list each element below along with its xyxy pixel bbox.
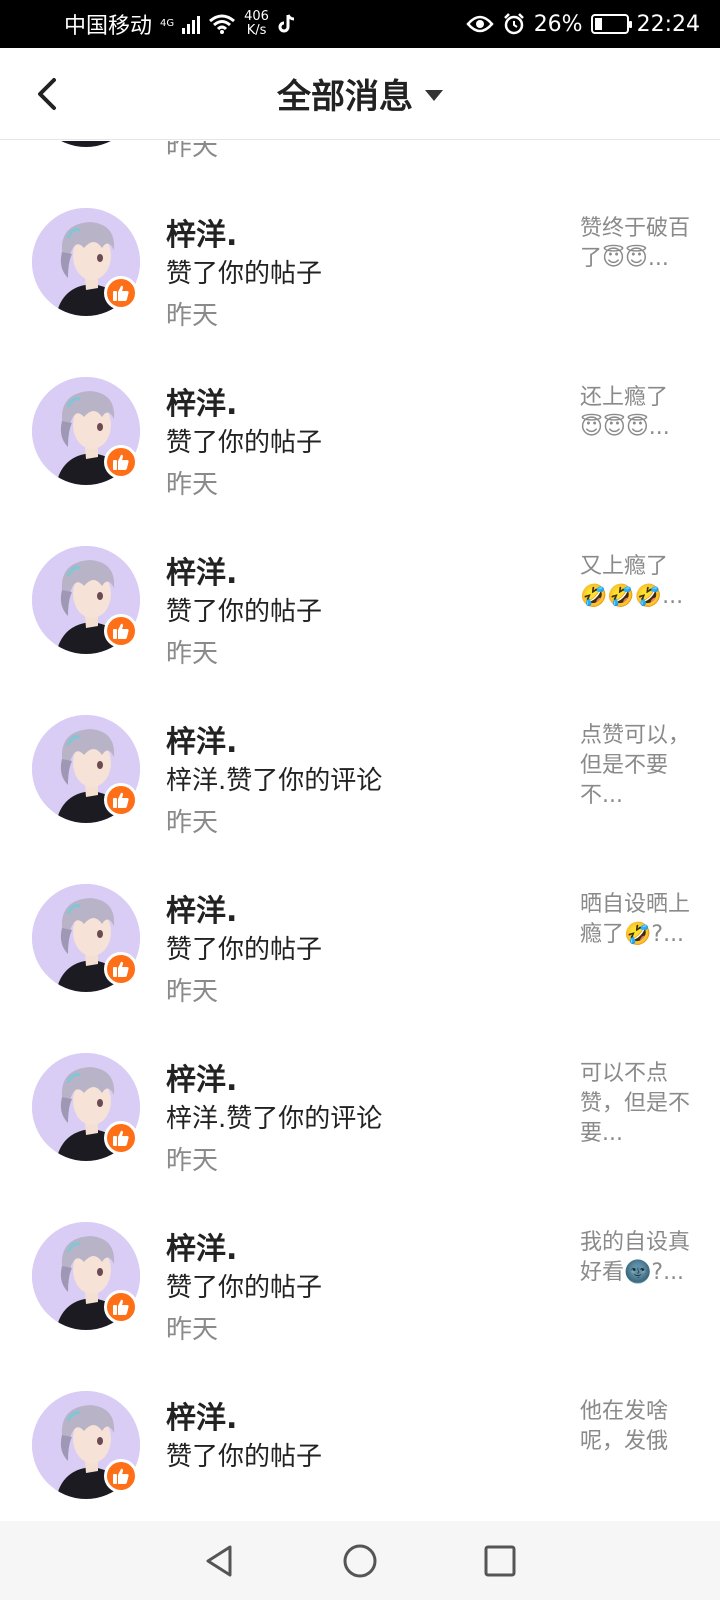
message-action: 梓洋.赞了你的评论	[166, 766, 383, 796]
post-preview: 赞终于破百了😇😇...	[580, 216, 691, 271]
sender-name: 梓洋.	[166, 894, 238, 929]
message-item[interactable]: 梓洋. 赞了你的帖子 昨天 我的自设真好看🌚?...	[0, 1198, 720, 1367]
message-item[interactable]: 梓洋. 梓洋.赞了你的评论 昨天 点赞可以，但是不要不...	[0, 691, 720, 860]
thumbs-up-icon	[113, 1130, 129, 1146]
thumbs-up-icon	[113, 1299, 129, 1315]
clock: 22:24	[636, 11, 700, 37]
post-preview: 点赞可以，但是不要不...	[580, 723, 691, 808]
sender-name: 梓洋.	[166, 1232, 238, 1267]
system-nav-bar	[0, 1521, 720, 1600]
sender-name: 梓洋.	[166, 1063, 238, 1098]
post-preview: 可以不点赞，但是不要...	[580, 1061, 691, 1146]
message-time: 昨天	[166, 470, 219, 500]
wifi-icon	[209, 14, 236, 34]
message-item[interactable]: 梓洋. 赞了你的帖子 他在发啥呢，发俄	[0, 1367, 720, 1521]
message-item[interactable]: 梓洋. 梓洋.赞了你的评论 昨天 可以不点赞，但是不要...	[0, 1029, 720, 1198]
thumbs-up-icon	[113, 285, 129, 301]
back-arrow-icon[interactable]	[28, 74, 68, 114]
top-bar: 全部消息	[0, 48, 720, 140]
like-badge	[104, 952, 138, 986]
signal-icon	[182, 14, 201, 34]
message-item[interactable]: 梓洋. 赞了你的帖子 昨天 别丑😊第一...	[0, 141, 720, 184]
message-time: 昨天	[166, 141, 219, 162]
like-badge	[104, 1459, 138, 1493]
triangle-back-icon	[206, 1545, 232, 1576]
battery-icon	[590, 14, 632, 34]
like-badge	[104, 276, 138, 310]
thumbs-up-icon	[113, 454, 129, 470]
network-type: 4G	[160, 18, 175, 29]
message-filter-dropdown[interactable]: 全部消息	[277, 69, 443, 118]
net-speed: 406 K/s	[244, 9, 269, 38]
thumbs-up-icon	[113, 792, 129, 808]
message-action: 赞了你的帖子	[166, 1273, 323, 1303]
message-action: 赞了你的帖子	[166, 597, 323, 627]
sender-name: 梓洋.	[166, 1401, 238, 1436]
like-badge	[104, 445, 138, 479]
nav-back-button[interactable]	[196, 1537, 244, 1585]
thumbs-up-icon	[113, 961, 129, 977]
avatar[interactable]	[32, 141, 140, 147]
sender-name: 梓洋.	[166, 387, 238, 422]
eye-icon	[466, 15, 494, 33]
sender-name: 梓洋.	[166, 218, 238, 253]
like-badge	[104, 783, 138, 817]
square-recents-icon	[484, 1545, 516, 1576]
like-badge	[104, 614, 138, 648]
message-list[interactable]: 梓洋. 赞了你的帖子 昨天 别丑😊第一... 梓洋. 赞了你的帖子	[0, 141, 720, 1521]
post-preview: 他在发啥呢，发俄	[580, 1399, 669, 1454]
status-bar: 中国移动 4G 406 K/s 26% 22:24	[0, 0, 720, 48]
carrier-label: 中国移动	[64, 14, 153, 39]
message-time: 昨天	[166, 301, 219, 331]
message-time: 昨天	[166, 1315, 219, 1345]
message-action: 梓洋.赞了你的评论	[166, 1104, 383, 1134]
message-time: 昨天	[166, 1146, 219, 1176]
message-item[interactable]: 梓洋. 赞了你的帖子 昨天 还上瘾了😇😇😇...	[0, 353, 720, 522]
sender-name: 梓洋.	[166, 556, 238, 591]
alarm-icon	[503, 13, 524, 35]
message-action: 赞了你的帖子	[166, 1442, 323, 1472]
circle-home-icon	[343, 1544, 377, 1577]
tiktok-icon	[278, 14, 295, 33]
caret-down-icon	[425, 90, 443, 101]
thumbs-up-icon	[113, 623, 129, 639]
post-preview: 晒自设晒上瘾了🤣?...	[580, 892, 691, 947]
like-badge	[104, 1121, 138, 1155]
post-preview: 还上瘾了😇😇😇...	[580, 385, 670, 440]
post-preview: 又上瘾了🤣🤣🤣...	[580, 554, 684, 609]
page-title: 全部消息	[277, 77, 413, 117]
sender-name: 梓洋.	[166, 725, 238, 760]
message-item[interactable]: 梓洋. 赞了你的帖子 昨天 晒自设晒上瘾了🤣?...	[0, 860, 720, 1029]
message-action: 赞了你的帖子	[166, 259, 323, 289]
thumbs-up-icon	[113, 1468, 129, 1484]
message-time: 昨天	[166, 977, 219, 1007]
battery-percent: 26%	[533, 11, 583, 37]
message-action: 赞了你的帖子	[166, 935, 323, 965]
message-action: 赞了你的帖子	[166, 428, 323, 458]
post-preview: 我的自设真好看🌚?...	[580, 1230, 691, 1285]
message-time: 昨天	[166, 639, 219, 669]
message-item[interactable]: 梓洋. 赞了你的帖子 昨天 又上瘾了🤣🤣🤣...	[0, 522, 720, 691]
message-item[interactable]: 梓洋. 赞了你的帖子 昨天 赞终于破百了😇😇...	[0, 184, 720, 353]
nav-home-button[interactable]	[336, 1537, 384, 1585]
nav-recents-button[interactable]	[476, 1537, 524, 1585]
message-time: 昨天	[166, 808, 219, 838]
like-badge	[104, 1290, 138, 1324]
